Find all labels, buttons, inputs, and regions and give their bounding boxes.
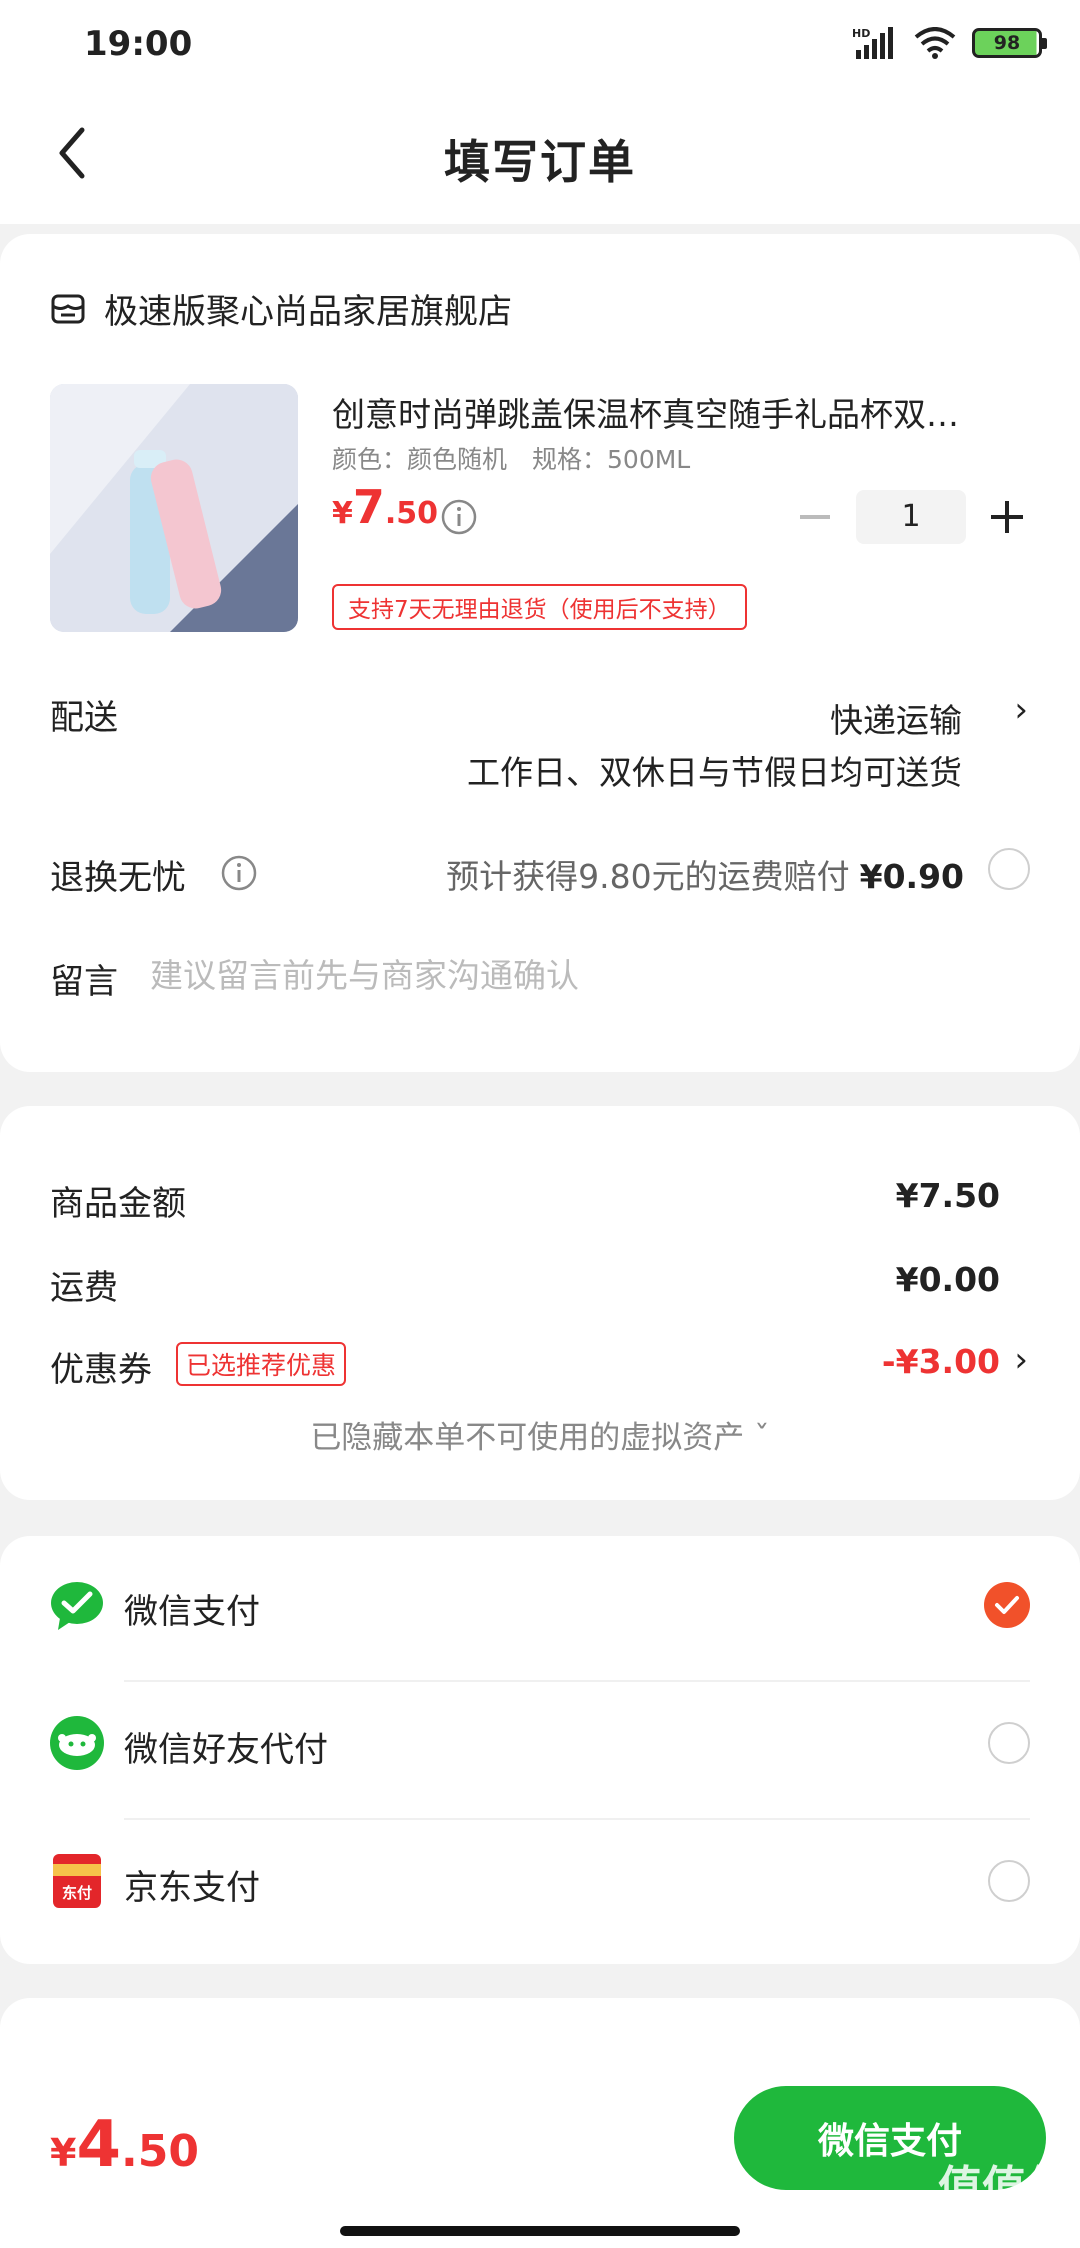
return-insurance-text: 预计获得9.80元的运费赔付 ¥0.90 (446, 850, 964, 898)
battery-icon: 98 (972, 28, 1047, 58)
product-price: ¥ 7 .50 (332, 480, 438, 534)
goods-amount-label: 商品金额 (50, 1184, 186, 1224)
total-integer: 4 (76, 2108, 121, 2182)
payment-option-jd[interactable]: 东付 京东支付 (0, 1812, 1080, 1950)
coupon-tag: 已选推荐优惠 (176, 1342, 347, 1386)
network-label: HD (852, 27, 870, 40)
jd-pay-icon: 东付 (53, 1854, 101, 1908)
payment-label: 京东支付 (124, 1868, 260, 1908)
home-indicator[interactable] (340, 2226, 740, 2236)
message-label: 留言 (50, 962, 118, 1002)
wifi-icon (914, 27, 956, 59)
product-image[interactable] (50, 384, 298, 632)
wechat-pay-icon (51, 1582, 103, 1630)
shipping-fee-label: 运费 (50, 1268, 118, 1308)
total-symbol: ¥ (50, 2131, 77, 2175)
watermark: 值值值 zhizhizhi.com (938, 2166, 1070, 2230)
return-insurance-desc: 预计获得9.80元的运费赔付 (446, 857, 850, 896)
quantity-input[interactable]: 1 (856, 490, 966, 544)
store-name: 极速版聚心尚品家居旗舰店 (104, 292, 512, 332)
quantity-stepper: 1 (790, 490, 1032, 544)
increase-quantity-button[interactable] (982, 492, 1032, 542)
decrease-quantity-button[interactable] (790, 492, 840, 542)
status-bar: 19:00 HD 98 (0, 0, 1080, 92)
checkout-bar: ¥ 4 .50 微信支付 (0, 2066, 1080, 2248)
return-insurance-info-icon[interactable] (220, 854, 258, 892)
product-title[interactable]: 创意时尚弹跳盖保温杯真空随手礼品杯双… (332, 388, 1032, 436)
payment-label: 微信好友代付 (124, 1730, 328, 1770)
jd-icon-text: 东付 (62, 1884, 92, 1902)
total-price: ¥ 4 .50 (50, 2108, 199, 2182)
goods-amount-value: ¥7.50 (895, 1176, 1000, 1215)
store-header[interactable]: 极速版聚心尚品家居旗舰店 (50, 284, 512, 333)
signal-icon: HD (852, 27, 893, 59)
status-time: 19:00 (84, 24, 193, 64)
price-info-icon[interactable] (440, 498, 478, 536)
price-integer: 7 (352, 480, 385, 534)
coupon-value[interactable]: -¥3.00 (882, 1342, 1000, 1381)
return-insurance-label: 退换无忧 (50, 858, 186, 898)
price-decimal: .50 (384, 496, 439, 531)
return-policy-tag: 支持7天无理由退货（使用后不支持） (332, 584, 747, 630)
return-insurance-radio[interactable] (988, 848, 1030, 890)
status-icons: HD 98 (852, 26, 1047, 60)
payment-option-wechat[interactable]: 微信支付 (0, 1536, 1080, 1674)
price-symbol: ¥ (332, 496, 353, 531)
order-item-card: 极速版聚心尚品家居旗舰店 创意时尚弹跳盖保温杯真空随手礼品杯双… 颜色：颜色随机… (0, 234, 1080, 1072)
payment-label: 微信支付 (124, 1592, 260, 1632)
payment-radio[interactable] (988, 1722, 1030, 1764)
shipping-fee-value: ¥0.00 (895, 1260, 1000, 1299)
plus-icon (991, 501, 1023, 533)
coupon-label: 优惠券 (50, 1350, 152, 1390)
page-title: 填写订单 (444, 135, 636, 189)
selected-check-icon[interactable] (984, 1582, 1030, 1628)
watermark-url: zhizhizhi.com (961, 2212, 1070, 2231)
nav-bar: 填写订单 (0, 92, 1080, 224)
store-icon (51, 294, 85, 323)
wechat-friend-pay-icon (50, 1716, 104, 1770)
minus-icon (800, 515, 830, 519)
delivery-label: 配送 (50, 698, 118, 738)
payment-option-wechat-friend[interactable]: 微信好友代付 (0, 1674, 1080, 1812)
return-insurance-price: ¥0.90 (859, 857, 964, 896)
price-summary-card: 商品金额 ¥7.50 运费 ¥0.00 优惠券 已选推荐优惠 -¥3.00 › … (0, 1106, 1080, 1500)
total-decimal: .50 (120, 2126, 199, 2177)
payment-methods-card: 微信支付 微信好友代付 东付 京东支付 (0, 1536, 1080, 1964)
product-spec: 颜色：颜色随机 规格：500ML (332, 445, 691, 474)
delivery-method[interactable]: 快递运输 (830, 694, 962, 742)
battery-level: 98 (993, 32, 1021, 54)
hidden-assets-toggle[interactable]: 已隐藏本单不可使用的虚拟资产 ˇ (0, 1412, 1080, 1457)
watermark-text: 值值值 (938, 2162, 1070, 2213)
delivery-note: 工作日、双休日与节假日均可送货 (467, 753, 962, 792)
message-input[interactable] (150, 956, 1010, 995)
coupon-chevron-icon[interactable]: › (1014, 1340, 1028, 1380)
payment-radio[interactable] (988, 1860, 1030, 1902)
delivery-chevron-icon[interactable]: › (1014, 690, 1028, 730)
